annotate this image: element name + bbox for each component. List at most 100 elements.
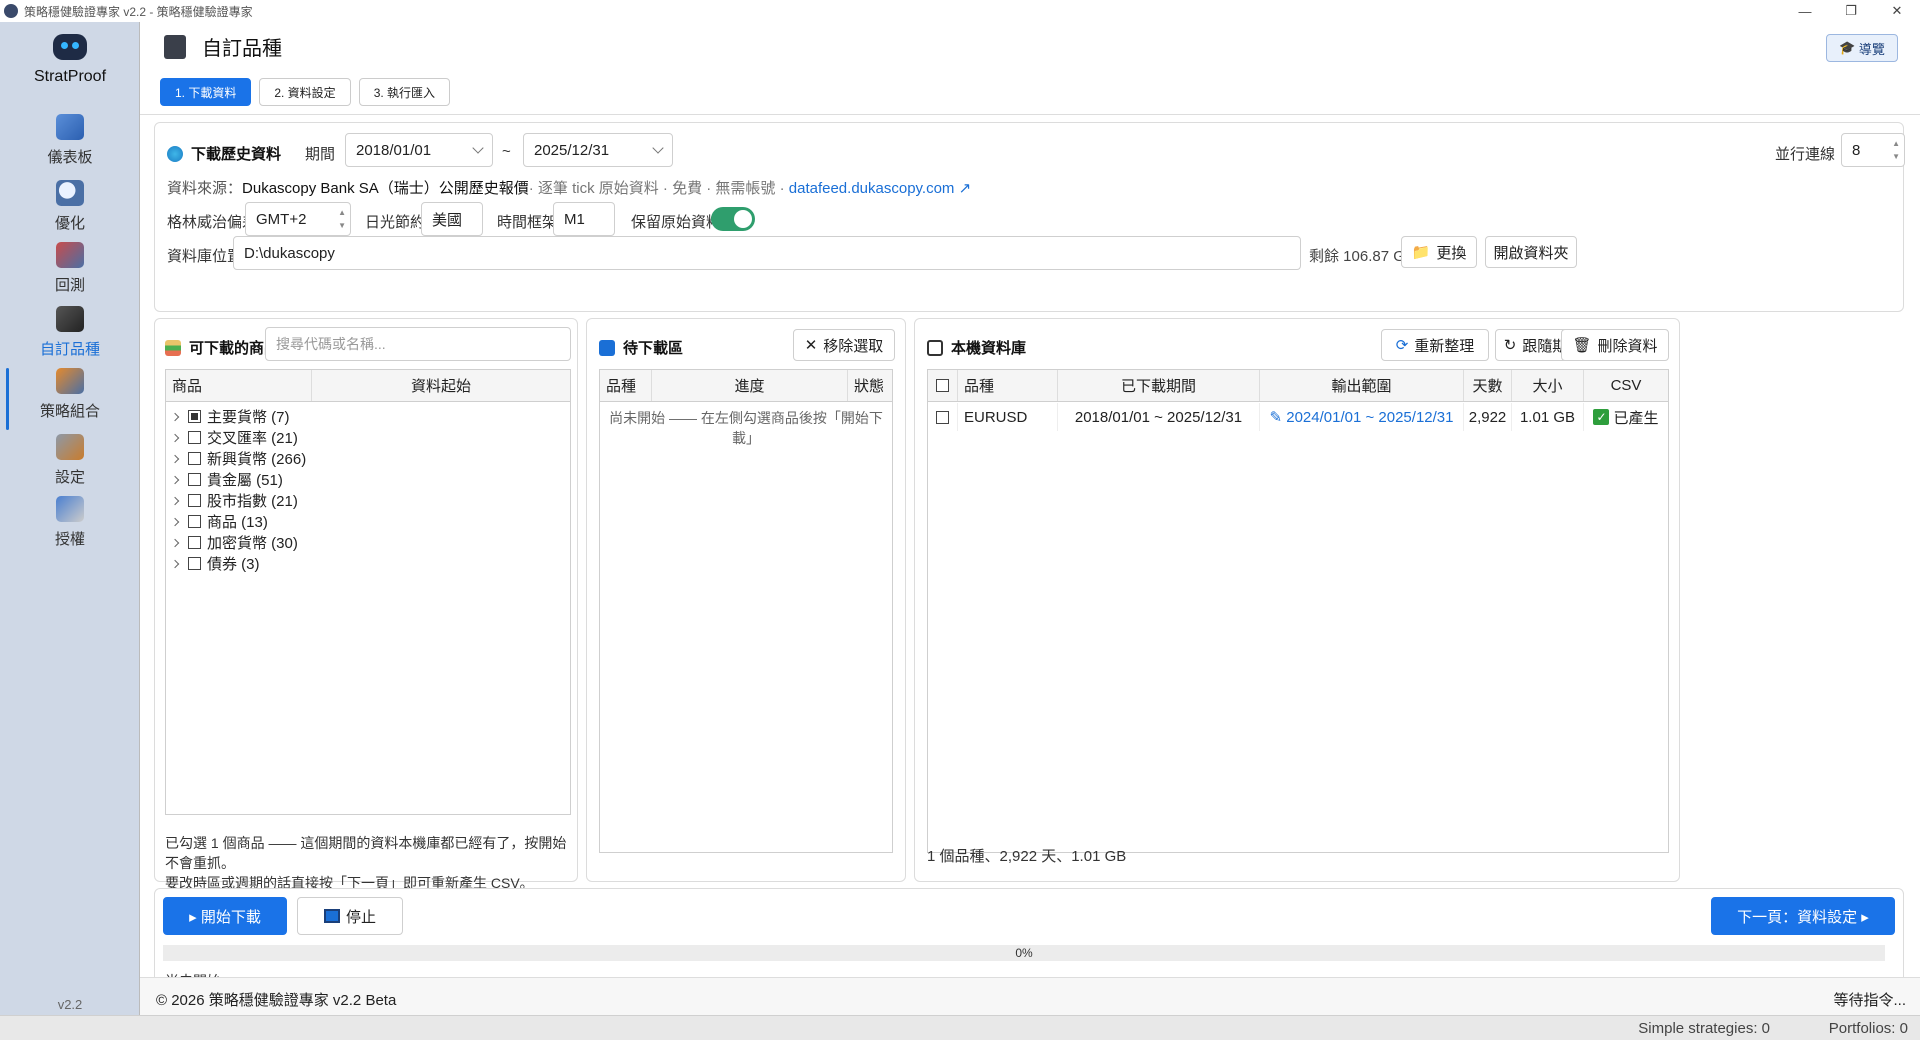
open-folder-button[interactable]: 開啟資料夾 <box>1485 236 1577 268</box>
change-folder-button[interactable]: 📁 更換 <box>1401 236 1477 268</box>
col-csv-header[interactable]: CSV <box>1584 370 1668 401</box>
col-symbol-header[interactable]: 品種 <box>958 370 1058 401</box>
sidebar-item-optimize[interactable]: 優化 <box>0 180 140 233</box>
group-checkbox[interactable] <box>188 557 201 570</box>
minimize-button[interactable]: — <box>1782 0 1828 22</box>
folder-icon: 📁 <box>1411 244 1431 261</box>
tree-group-cross[interactable]: 交叉匯率 (21) <box>170 427 298 448</box>
group-checkbox[interactable] <box>188 452 201 465</box>
col-status-header[interactable]: 狀態 <box>848 370 892 401</box>
tree-group-indices[interactable]: 股市指數 (21) <box>170 490 298 511</box>
close-button[interactable]: ✕ <box>1874 0 1920 22</box>
delete-label: 刪除資料 <box>1597 337 1658 355</box>
footer: © 2026 策略穩健驗證專家 v2.2 Beta 等待指令... <box>140 977 1920 1015</box>
page-title: 自訂品種 <box>202 38 282 60</box>
col-output-header[interactable]: 輸出範圍 <box>1260 370 1464 401</box>
chevron-right-icon[interactable] <box>170 559 180 568</box>
start-download-button[interactable]: ▸ 開始下載 <box>163 897 287 935</box>
table-row[interactable]: EURUSD 2018/01/01 ~ 2025/12/31 ✎ 2024/01… <box>928 403 1668 431</box>
timeframe-value: M1 <box>564 210 585 228</box>
group-label: 新興貨幣 (266) <box>207 451 307 468</box>
col-days-header[interactable]: 天數 <box>1464 370 1512 401</box>
source-link[interactable]: datafeed.dukascopy.com ↗ <box>789 180 971 197</box>
remove-selected-button[interactable]: ✕ 移除選取 <box>793 329 895 361</box>
date-to-picker[interactable]: 2025/12/31 <box>523 133 673 167</box>
gmt-offset-stepper[interactable]: GMT+2 ▲ ▼ <box>245 202 351 236</box>
group-label: 主要貨幣 (7) <box>207 409 290 426</box>
sidebar-item-settings[interactable]: 設定 <box>0 434 140 487</box>
window-title: 策略穩健驗證專家 v2.2 - 策略穩健驗證專家 <box>24 4 253 19</box>
chevron-right-icon[interactable] <box>170 496 180 505</box>
guide-button[interactable]: 🎓 導覽 <box>1826 34 1898 62</box>
group-checkbox[interactable] <box>188 431 201 444</box>
col-downloaded-header[interactable]: 已下載期間 <box>1058 370 1260 401</box>
group-label: 交叉匯率 (21) <box>207 430 298 447</box>
date-from-value: 2018/01/01 <box>356 141 432 159</box>
row-checkbox-cell[interactable] <box>928 403 958 431</box>
refresh-button[interactable]: ⟳ 重新整理 <box>1381 329 1489 361</box>
row-output-range[interactable]: ✎ 2024/01/01 ~ 2025/12/31 <box>1260 403 1464 431</box>
check-icon: ✓ <box>1593 409 1610 425</box>
chevron-right-icon[interactable] <box>170 412 180 421</box>
dst-field[interactable]: 美國 <box>421 202 483 236</box>
timeframe-field[interactable]: M1 <box>553 202 615 236</box>
group-checkbox[interactable] <box>188 410 201 423</box>
col-symbol-header[interactable]: 品種 <box>600 370 652 401</box>
sidebar-item-license[interactable]: 授權 <box>0 496 140 549</box>
tree-group-crypto[interactable]: 加密貨幣 (30) <box>170 532 298 553</box>
col-start-header[interactable]: 資料起始 <box>312 370 570 401</box>
col-progress-header[interactable]: 進度 <box>652 370 848 401</box>
status-bar: Simple strategies: 0 Portfolios: 0 <box>0 1015 1920 1040</box>
tree-group-bonds[interactable]: 債券 (3) <box>170 553 260 574</box>
chevron-right-icon[interactable] <box>170 454 180 463</box>
tree-group-major[interactable]: 主要貨幣 (7) <box>170 406 290 427</box>
db-path-field[interactable]: D:\dukascopy <box>233 236 1301 270</box>
row-size: 1.01 GB <box>1512 403 1584 431</box>
parallel-stepper[interactable]: 8 ▲ ▼ <box>1841 133 1905 167</box>
stop-button[interactable]: 停止 <box>297 897 403 935</box>
database-icon <box>927 339 943 356</box>
group-checkbox[interactable] <box>188 494 201 507</box>
chevron-right-icon[interactable] <box>170 517 180 526</box>
group-checkbox[interactable] <box>188 515 201 528</box>
sidebar-item-custom-symbol[interactable]: 自訂品種 <box>0 306 140 359</box>
trash-icon: 🗑 <box>1572 337 1592 354</box>
tree-group-emerging[interactable]: 新興貨幣 (266) <box>170 448 307 469</box>
chevron-right-icon[interactable] <box>170 475 180 484</box>
queue-empty-text: 尚未開始 —— 在左側勾選商品後按「開始下載」 <box>609 410 883 446</box>
chevron-right-icon[interactable] <box>170 538 180 547</box>
backtest-icon <box>56 242 84 268</box>
select-all-header[interactable] <box>928 370 958 401</box>
sidebar-item-backtest[interactable]: 回測 <box>0 242 140 295</box>
sidebar: StratProof 儀表板 優化 回測 自訂品種 策略組合 設定 授權 v2.… <box>0 22 140 1015</box>
select-all-checkbox[interactable] <box>936 379 949 392</box>
group-checkbox[interactable] <box>188 473 201 486</box>
stepper-arrows-icon[interactable]: ▲ ▼ <box>338 206 346 232</box>
sidebar-item-dashboard[interactable]: 儀表板 <box>0 114 140 167</box>
sidebar-item-label: 回測 <box>54 277 85 294</box>
sidebar-item-portfolio[interactable]: 策略組合 <box>0 368 140 421</box>
tree-group-metals[interactable]: 貴金屬 (51) <box>170 469 283 490</box>
step-import[interactable]: 3. 執行匯入 <box>358 78 451 106</box>
step-download[interactable]: 1. 下載資料 <box>160 78 252 106</box>
group-checkbox[interactable] <box>188 536 201 549</box>
date-from-picker[interactable]: 2018/01/01 <box>345 133 493 167</box>
col-symbol-header[interactable]: 商品 <box>166 370 312 401</box>
restore-button[interactable]: ❐ <box>1828 0 1874 22</box>
row-symbol: EURUSD <box>958 403 1058 431</box>
next-page-button[interactable]: 下一頁：資料設定 ▸ <box>1711 897 1895 935</box>
app-icon <box>4 4 18 18</box>
chevron-right-icon[interactable] <box>170 433 180 442</box>
keep-raw-toggle[interactable] <box>711 207 755 231</box>
delete-data-button[interactable]: 🗑 刪除資料 <box>1561 329 1669 361</box>
step-settings[interactable]: 2. 資料設定 <box>259 78 351 106</box>
date-separator: ~ <box>502 143 511 160</box>
col-size-header[interactable]: 大小 <box>1512 370 1584 401</box>
db-location-label: 資料庫位置 <box>167 248 243 265</box>
tree-group-commodities[interactable]: 商品 (13) <box>170 511 268 532</box>
progress-text: 0% <box>1015 946 1033 960</box>
stop-label: 停止 <box>345 908 376 926</box>
symbol-search-input[interactable]: 搜尋代碼或名稱... <box>265 327 571 361</box>
row-checkbox[interactable] <box>936 410 949 424</box>
stepper-arrows-icon[interactable]: ▲ ▼ <box>1892 137 1900 163</box>
